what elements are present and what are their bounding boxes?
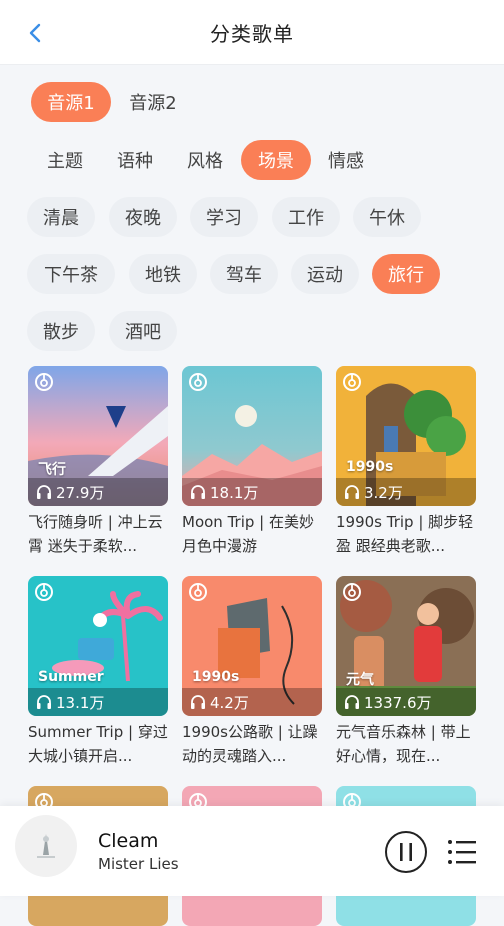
source-tab-2[interactable]: 音源2	[114, 82, 192, 122]
category-tab-language[interactable]: 语种	[100, 140, 170, 180]
playlist-title: 飞行随身听 | 冲上云霄 迷失于柔软...	[28, 513, 163, 555]
playlist-card[interactable]: 1990s 3.2万 1990s Trip | 脚步轻盈 跟经典老歌...	[336, 366, 476, 558]
playlist-cover: 飞行 27.9万	[28, 366, 168, 506]
play-count: 3.2万	[364, 483, 403, 502]
song-title: Cleam	[98, 830, 159, 852]
playlist-card[interactable]: 飞行 27.9万 飞行随身听 | 冲上云霄 迷失于柔软...	[28, 366, 168, 558]
play-count: 13.1万	[56, 693, 105, 712]
scene-chip-sport[interactable]: 运动	[291, 254, 359, 294]
pause-circle-icon[interactable]	[384, 830, 428, 874]
album-cover[interactable]	[15, 815, 77, 877]
playlist-icon[interactable]	[446, 836, 478, 868]
category-tab-scene[interactable]: 场景	[241, 140, 311, 180]
playlist-title: 1990s公路歌 | 让躁动的灵魂踏入...	[182, 723, 318, 765]
scene-chip-travel[interactable]: 旅行	[372, 254, 440, 294]
artist-name: Mister Lies	[98, 855, 179, 873]
playlist-title: 元气音乐森林 | 带上好心情，现在...	[336, 723, 471, 765]
playlist-card[interactable]: 18.1万 Moon Trip | 在美妙月色中漫游	[182, 366, 322, 558]
headphones-icon	[344, 484, 360, 500]
playlist-cover: 18.1万	[182, 366, 322, 506]
playlist-cover: 1990s 3.2万	[336, 366, 476, 506]
netease-logo-icon	[342, 372, 362, 392]
cover-tag: 1990s	[346, 459, 394, 475]
scene-chip-afternoon-tea[interactable]: 下午茶	[27, 254, 115, 294]
category-tab-style[interactable]: 风格	[170, 140, 240, 180]
cover-tag: 飞行	[38, 462, 66, 478]
scene-chip-subway[interactable]: 地铁	[129, 254, 197, 294]
mini-player[interactable]: Cleam Mister Lies	[0, 806, 504, 896]
netease-logo-icon	[188, 582, 208, 602]
scene-chip-night[interactable]: 夜晚	[109, 197, 177, 237]
header-bar: 分类歌单	[0, 0, 504, 65]
scene-chip-study[interactable]: 学习	[190, 197, 258, 237]
playlist-title: Moon Trip | 在美妙月色中漫游	[182, 513, 314, 555]
playlist-cover: 1990s 4.2万	[182, 576, 322, 716]
headphones-icon	[190, 484, 206, 500]
scene-chip-work[interactable]: 工作	[272, 197, 340, 237]
play-count: 1337.6万	[364, 693, 432, 712]
playlist-cover: 元气 1337.6万	[336, 576, 476, 716]
netease-logo-icon	[188, 372, 208, 392]
cover-tag: 1990s	[192, 669, 240, 685]
cover-tag: Summer	[38, 669, 104, 685]
play-count: 27.9万	[56, 483, 105, 502]
scene-chip-morning[interactable]: 清晨	[27, 197, 95, 237]
headphones-icon	[36, 694, 52, 710]
netease-logo-icon	[34, 372, 54, 392]
playlist-title: Summer Trip | 穿过大城小镇开启...	[28, 723, 168, 765]
category-tab-theme[interactable]: 主题	[30, 140, 100, 180]
play-count: 4.2万	[210, 693, 249, 712]
playlist-title: 1990s Trip | 脚步轻盈 跟经典老歌...	[336, 513, 474, 555]
playlist-cover: Summer 13.1万	[28, 576, 168, 716]
play-count: 18.1万	[210, 483, 259, 502]
headphones-icon	[36, 484, 52, 500]
album-art-icon	[37, 834, 55, 858]
scene-chip-nap[interactable]: 午休	[353, 197, 421, 237]
scene-chip-bar[interactable]: 酒吧	[109, 311, 177, 351]
playlist-card[interactable]: Summer 13.1万 Summer Trip | 穿过大城小镇开启...	[28, 576, 168, 768]
netease-logo-icon	[34, 582, 54, 602]
category-tab-emotion[interactable]: 情感	[311, 140, 381, 180]
headphones-icon	[190, 694, 206, 710]
playlist-card[interactable]: 1990s 4.2万 1990s公路歌 | 让躁动的灵魂踏入...	[182, 576, 322, 768]
netease-logo-icon	[342, 582, 362, 602]
headphones-icon	[344, 694, 360, 710]
playlist-card[interactable]: 元气 1337.6万 元气音乐森林 | 带上好心情，现在...	[336, 576, 476, 768]
scene-chip-walk[interactable]: 散步	[27, 311, 95, 351]
cover-tag: 元气	[346, 672, 374, 688]
source-tab-1[interactable]: 音源1	[31, 82, 111, 122]
scene-chip-driving[interactable]: 驾车	[210, 254, 278, 294]
page-title: 分类歌单	[210, 22, 294, 46]
